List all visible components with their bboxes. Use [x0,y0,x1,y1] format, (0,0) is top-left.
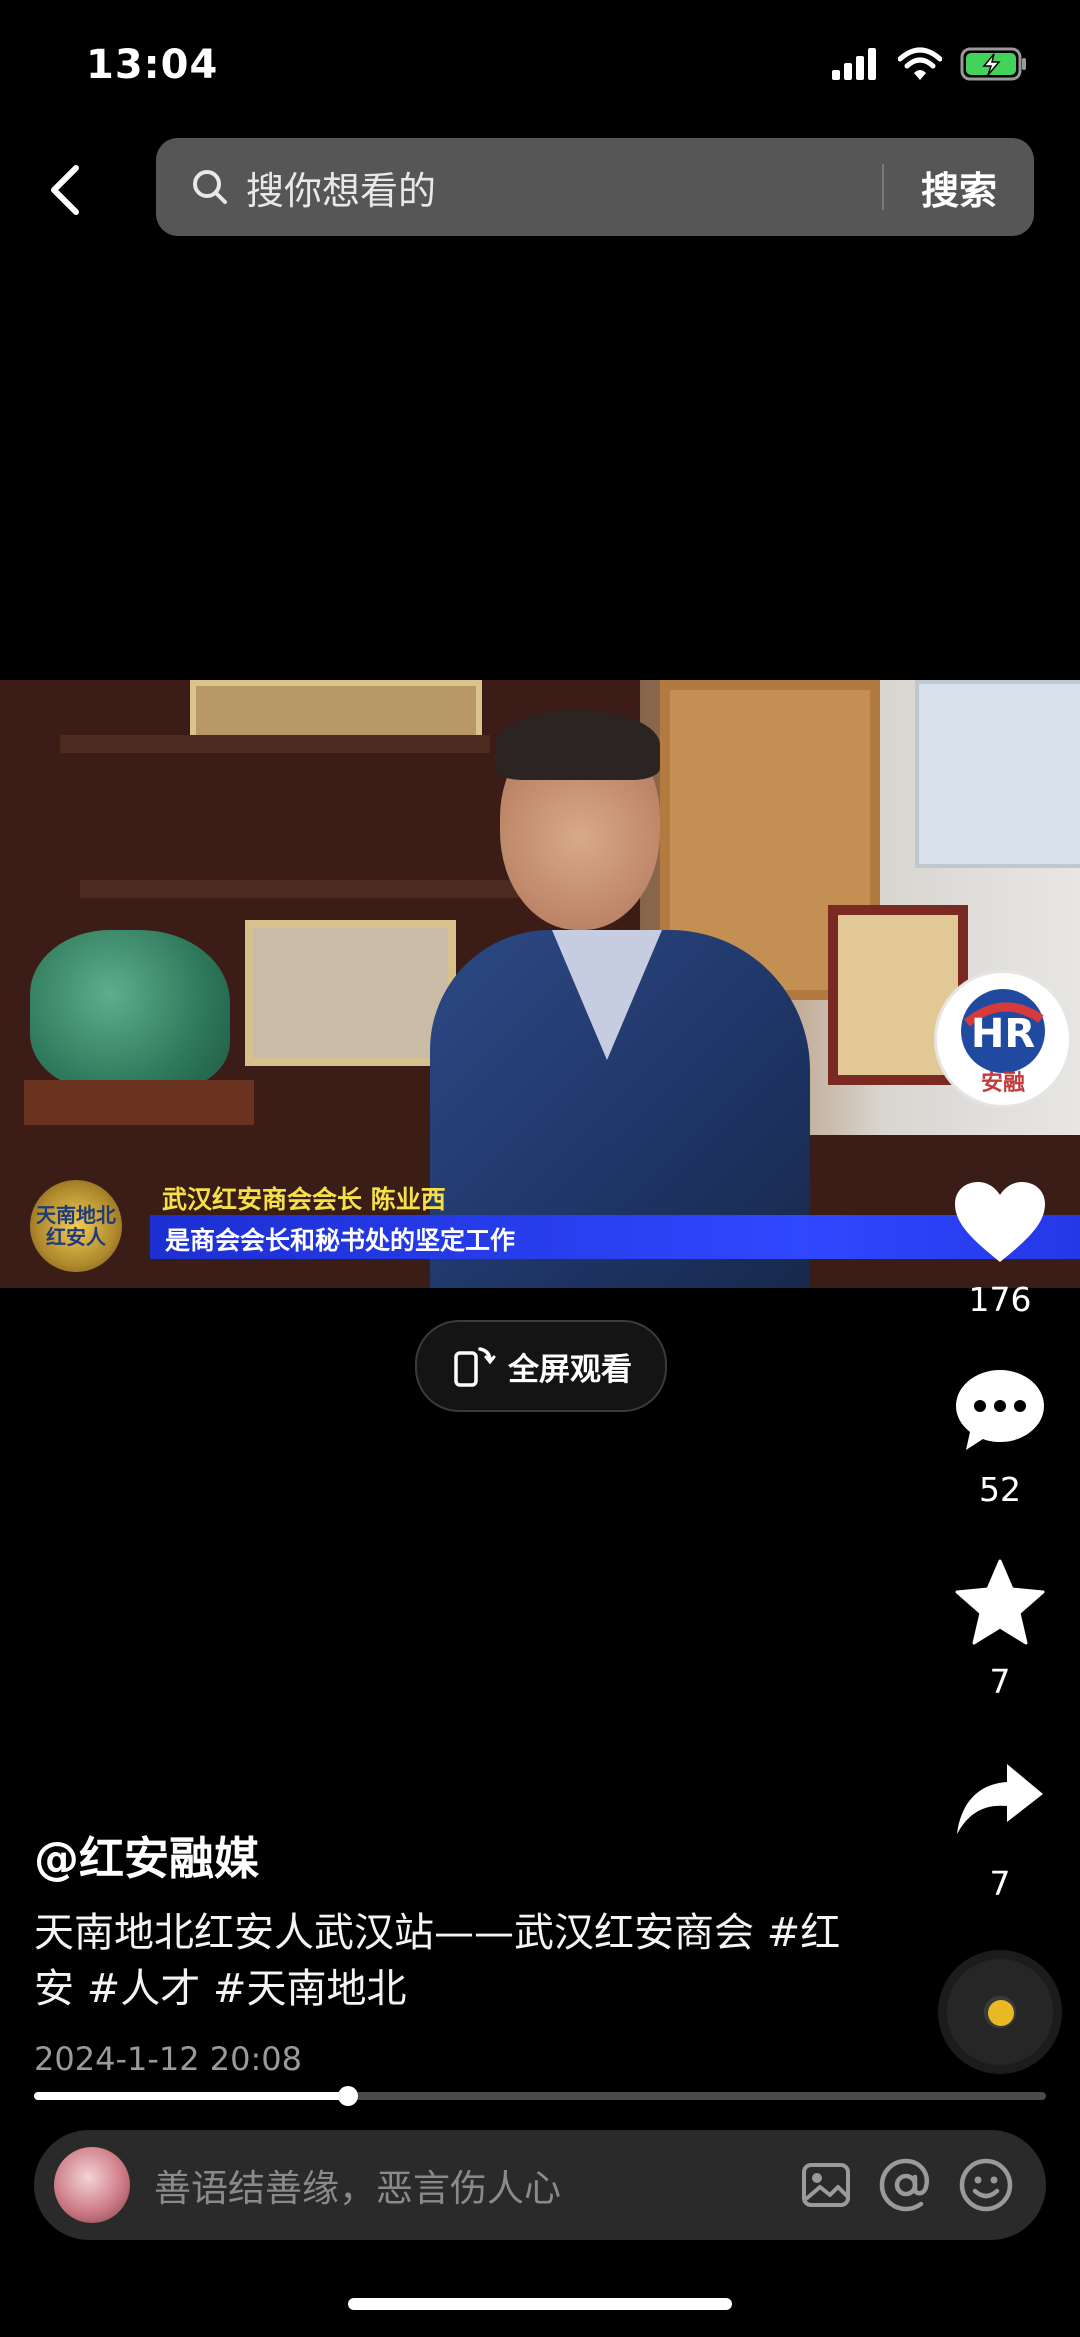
shelf-board [80,880,520,898]
comment-input-bar[interactable]: 善语结善缘，恶言伤人心 [34,2130,1046,2240]
emoji-icon [959,2158,1013,2212]
program-logo: 天南地北红安人 [30,1180,122,1272]
comment-count: 52 [979,1470,1021,1509]
author-name[interactable]: @红安融媒 [34,1822,259,1887]
framed-photo [245,920,456,1066]
emoji-button[interactable] [946,2157,1026,2213]
svg-text:HR: HR [971,1011,1035,1057]
music-disc-center [988,2000,1014,2026]
share-arrow-icon [957,1764,1043,1834]
like-count: 176 [968,1280,1032,1319]
battery-charging-icon [960,47,1026,81]
status-time: 13:04 [86,42,219,88]
wall-map [915,680,1080,868]
post-date: 2024-1-12 20:08 [34,2040,302,2078]
favorite-count: 7 [989,1662,1011,1701]
caption-subtitle: 是商会会长和秘书处的坚定工作 [165,1226,516,1255]
share-button[interactable] [950,1750,1050,1850]
comment-bubble-icon [956,1370,1044,1450]
video-player[interactable]: 天南地北红安人 武汉红安商会会长 陈业西 是商会会长和秘书处的坚定工作 [0,680,1080,1288]
author-avatar-text: 安融 [980,1071,1025,1096]
at-icon [879,2158,930,2212]
program-logo-text: 天南地北红安人 [36,1203,116,1249]
search-button[interactable]: 搜索 [884,160,1034,215]
like-button[interactable] [950,1172,1050,1272]
back-arrow-icon [51,165,79,215]
mention-button[interactable] [866,2157,946,2213]
rotate-fullscreen-icon [454,1347,496,1387]
user-avatar [54,2147,130,2223]
wifi-icon [898,47,942,80]
home-indicator [348,2298,732,2310]
search-input[interactable]: 搜你想看的 [246,160,882,215]
interviewee-hair [495,710,660,780]
fullscreen-button[interactable]: 全屏观看 [415,1320,667,1412]
caption-title: 武汉红安商会会长 陈业西 [162,1185,446,1214]
image-icon [802,2163,850,2207]
post-description: 天南地北红安人武汉站——武汉红安商会 #红安 #人才 #天南地北 [34,1910,841,2012]
shelf-board [60,735,490,753]
heart-icon [955,1182,1045,1262]
author-avatar[interactable]: HR 安融 [934,970,1072,1108]
search-icon [193,170,227,204]
status-icons [832,46,1028,82]
fullscreen-label: 全屏观看 [508,1351,632,1388]
progress-handle[interactable] [338,2086,358,2106]
favorite-button[interactable] [950,1552,1050,1652]
search-bar[interactable]: 搜你想看的 搜索 [156,138,1034,236]
star-icon [955,1559,1045,1645]
jade-sculpture [30,930,230,1090]
signal-icon [832,48,876,80]
image-button[interactable] [786,2159,866,2211]
share-count: 7 [989,1864,1011,1903]
comment-input[interactable]: 善语结善缘，恶言伤人心 [154,2158,786,2212]
comment-button[interactable] [950,1360,1050,1460]
progress-fill [34,2092,348,2100]
jade-stand [24,1080,254,1125]
back-button[interactable] [40,160,90,220]
